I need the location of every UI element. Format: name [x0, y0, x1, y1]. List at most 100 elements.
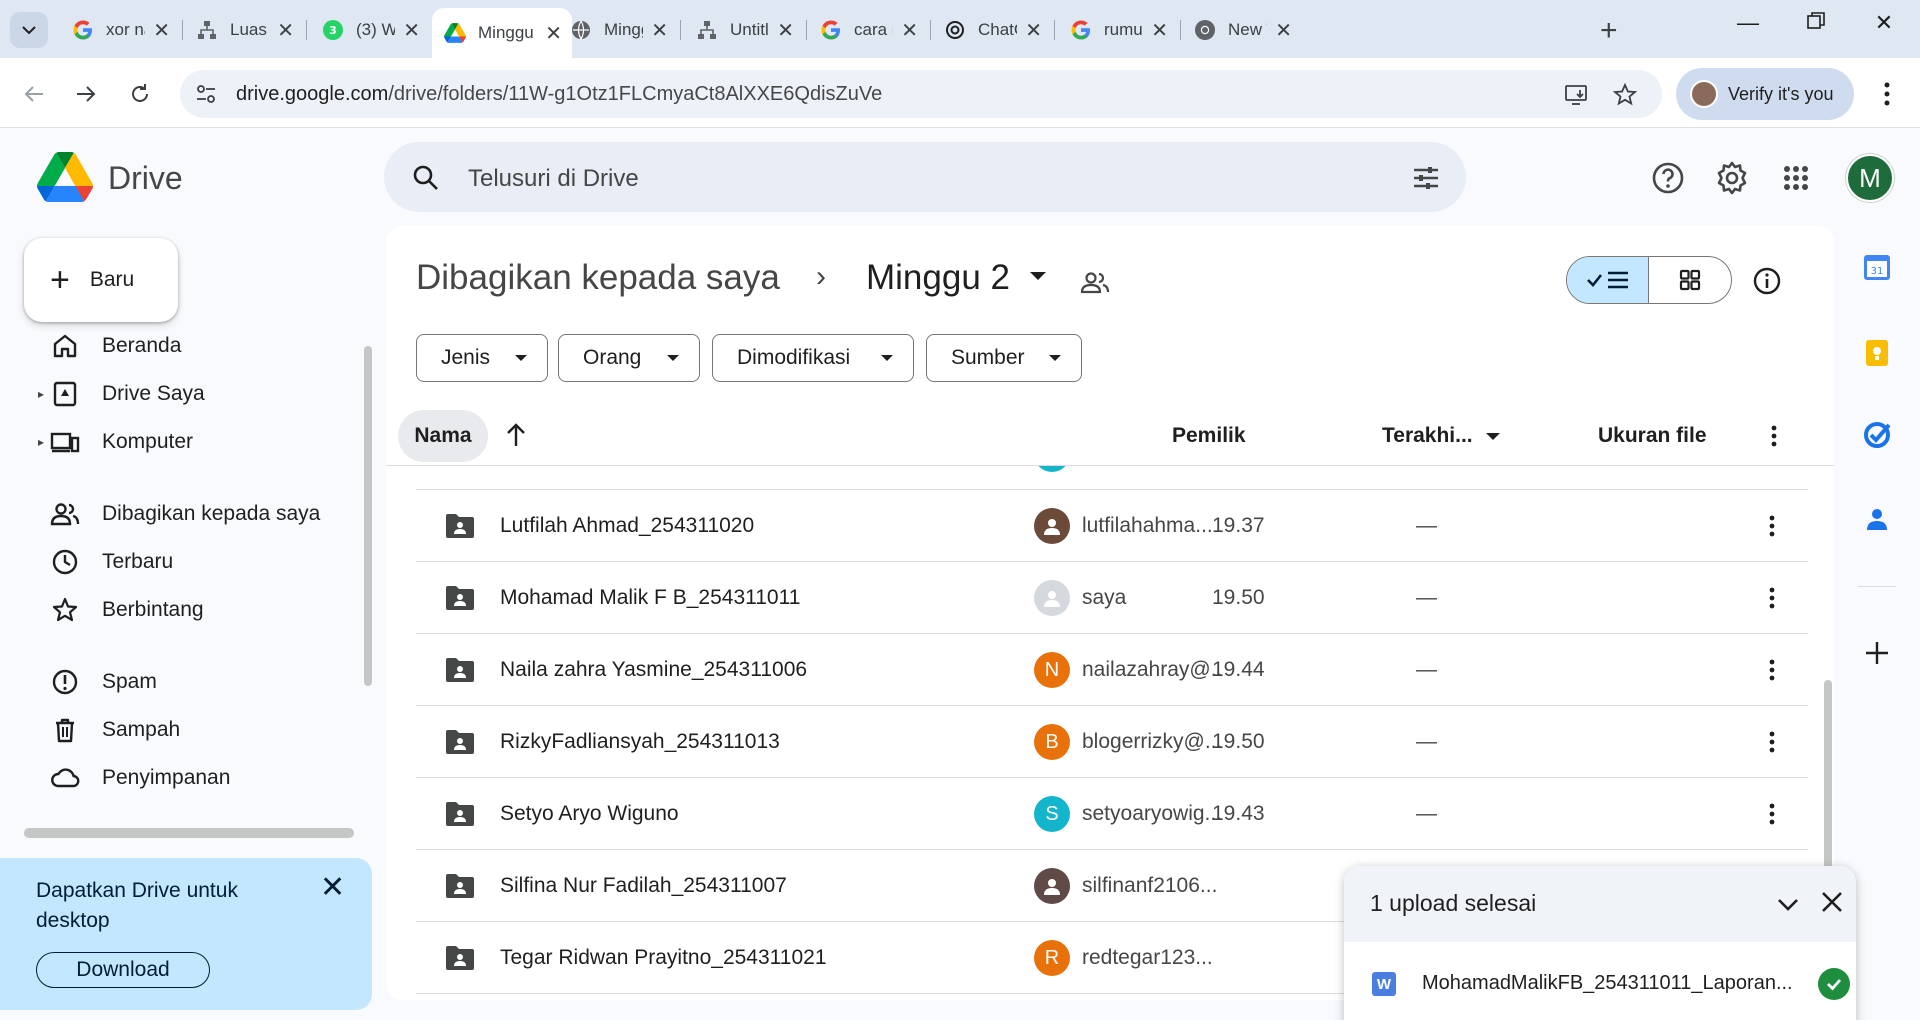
- table-row[interactable]: Mohamad Malik F B_254311011 saya 19.50 —: [416, 562, 1808, 634]
- tasks-icon[interactable]: [1862, 420, 1892, 450]
- more-vert-icon[interactable]: [1762, 422, 1786, 450]
- more-vert-icon[interactable]: [1760, 800, 1784, 828]
- close-tab-icon[interactable]: ✕: [777, 18, 794, 43]
- browser-tab[interactable]: ChatG ✕: [932, 10, 1052, 50]
- modified-sort-caret-icon[interactable]: [1486, 433, 1500, 440]
- sidebar-item[interactable]: Berbintang: [20, 587, 350, 633]
- sidebar-item[interactable]: Dibagikan kepada saya: [20, 491, 350, 537]
- file-name[interactable]: RizkyFadliansyah_254311013: [500, 730, 780, 754]
- close-tab-icon[interactable]: ✕: [901, 18, 918, 43]
- close-tab-icon[interactable]: ✕: [1275, 18, 1292, 43]
- collapse-chevron-icon[interactable]: [1774, 890, 1802, 918]
- browser-tab[interactable]: New T ✕: [1182, 10, 1302, 50]
- close-tab-icon[interactable]: ✕: [1151, 18, 1168, 43]
- sidebar-item[interactable]: Penyimpanan: [20, 755, 350, 801]
- site-settings-icon[interactable]: [194, 82, 218, 106]
- grid-view-button[interactable]: [1649, 257, 1731, 303]
- more-vert-icon[interactable]: [1760, 584, 1784, 612]
- contacts-icon[interactable]: [1862, 504, 1892, 534]
- close-icon[interactable]: [1818, 888, 1846, 916]
- filter-chip[interactable]: Orang: [558, 334, 700, 382]
- close-icon[interactable]: ✕: [320, 870, 345, 905]
- minimize-icon[interactable]: —: [1728, 10, 1768, 36]
- add-addon-icon[interactable]: [1862, 638, 1892, 668]
- apps-grid-icon[interactable]: [1778, 160, 1814, 196]
- browser-tab[interactable]: rumus ✕: [1058, 10, 1178, 50]
- drive-logo-icon[interactable]: [36, 152, 94, 202]
- calendar-icon[interactable]: 31: [1862, 252, 1892, 282]
- sidebar-item[interactable]: ▸ Drive Saya: [20, 371, 350, 417]
- sidebar-item[interactable]: Beranda: [20, 323, 350, 369]
- sidebar-item[interactable]: ▸ Komputer: [20, 419, 350, 465]
- browser-tab[interactable]: Minggu✕: [432, 8, 572, 58]
- sort-arrow-up-icon[interactable]: [504, 422, 528, 448]
- browser-tab[interactable]: 3 (3) Wh ✕: [310, 10, 430, 50]
- address-bar[interactable]: drive.google.com/drive/folders/11W-g1Otz…: [180, 70, 1662, 118]
- table-row-partial[interactable]: [416, 466, 1808, 490]
- install-app-icon[interactable]: [1564, 82, 1590, 108]
- filter-chip[interactable]: Sumber: [926, 334, 1082, 382]
- more-vert-icon[interactable]: [1760, 466, 1784, 468]
- table-row[interactable]: Lutfilah Ahmad_254311020 lutfilahahma... 1…: [416, 490, 1808, 562]
- tab-search-button[interactable]: [10, 12, 48, 48]
- help-icon[interactable]: [1650, 160, 1686, 196]
- search-options-icon[interactable]: [1410, 162, 1442, 194]
- more-vert-icon[interactable]: [1760, 728, 1784, 756]
- column-name-header[interactable]: Nama: [398, 410, 488, 462]
- file-name[interactable]: Naila zahra Yasmine_254311006: [500, 658, 807, 682]
- table-row[interactable]: Naila zahra Yasmine_254311006 Nnailazahra…: [416, 634, 1808, 706]
- close-tab-icon[interactable]: ✕: [403, 18, 420, 43]
- expand-caret-icon[interactable]: ▸: [38, 387, 44, 401]
- browser-tab[interactable]: cara m ✕: [808, 10, 928, 50]
- shared-folder-icon[interactable]: [1080, 268, 1110, 298]
- close-window-icon[interactable]: ✕: [1864, 10, 1904, 36]
- new-tab-button[interactable]: +: [1600, 14, 1618, 48]
- sidebar-item[interactable]: Spam: [20, 659, 350, 705]
- close-tab-icon[interactable]: ✕: [1025, 18, 1042, 43]
- table-row[interactable]: RizkyFadliansyah_254311013 Bblogerrizky@.…: [416, 706, 1808, 778]
- reload-button[interactable]: [120, 74, 160, 114]
- filter-chip[interactable]: Dimodifikasi: [712, 334, 914, 382]
- info-icon[interactable]: [1752, 266, 1782, 296]
- restore-icon[interactable]: [1796, 10, 1836, 36]
- verify-identity-button[interactable]: Verify it's you: [1676, 68, 1854, 120]
- account-avatar[interactable]: M: [1846, 154, 1894, 202]
- file-name[interactable]: Tegar Ridwan Prayitno_254311021: [500, 946, 827, 970]
- browser-tab[interactable]: Luas L ✕: [184, 10, 304, 50]
- uploaded-file-name[interactable]: MohamadMalikFB_254311011_Laporan...: [1422, 972, 1798, 995]
- expand-caret-icon[interactable]: ▸: [38, 435, 44, 449]
- breadcrumb-current[interactable]: Minggu 2: [866, 258, 1010, 298]
- sidebar-item[interactable]: Terbaru: [20, 539, 350, 585]
- download-button[interactable]: Download: [36, 952, 210, 988]
- file-name[interactable]: Silfina Nur Fadilah_254311007: [500, 874, 787, 898]
- drive-search-bar[interactable]: Telusuri di Drive: [384, 142, 1466, 212]
- browser-menu-icon[interactable]: [1872, 76, 1902, 112]
- browser-tab[interactable]: Untitl ✕: [684, 10, 804, 50]
- breadcrumb-parent[interactable]: Dibagikan kepada saya: [416, 258, 780, 298]
- forward-button[interactable]: [66, 74, 106, 114]
- more-vert-icon[interactable]: [1760, 656, 1784, 684]
- new-button[interactable]: + Baru: [24, 238, 178, 322]
- table-row[interactable]: Setyo Aryo Wiguno Ssetyoaryowig... 19.43 —: [416, 778, 1808, 850]
- sidebar-item[interactable]: Sampah: [20, 707, 350, 753]
- file-name[interactable]: Lutfilah Ahmad_254311020: [500, 514, 754, 538]
- search-input[interactable]: Telusuri di Drive: [468, 165, 639, 193]
- column-owner-header[interactable]: Pemilik: [1172, 424, 1246, 448]
- sidebar-scrollbar[interactable]: [364, 346, 372, 686]
- close-tab-icon[interactable]: ✕: [277, 18, 294, 43]
- browser-tab[interactable]: xor na ✕: [60, 10, 180, 50]
- close-tab-icon[interactable]: ✕: [153, 18, 170, 43]
- column-modified-header[interactable]: Terakhi...: [1382, 424, 1473, 448]
- settings-gear-icon[interactable]: [1714, 160, 1750, 196]
- search-icon[interactable]: [410, 162, 442, 194]
- browser-tab[interactable]: Minggu✕: [558, 10, 678, 50]
- filter-chip[interactable]: Jenis: [416, 334, 548, 382]
- back-button[interactable]: [14, 74, 54, 114]
- column-size-header[interactable]: Ukuran file: [1598, 424, 1707, 448]
- more-vert-icon[interactable]: [1760, 512, 1784, 540]
- close-tab-icon[interactable]: ✕: [651, 18, 668, 43]
- folder-menu-caret-icon[interactable]: [1030, 272, 1046, 280]
- file-name[interactable]: Setyo Aryo Wiguno: [500, 802, 679, 826]
- list-view-button[interactable]: [1567, 257, 1649, 303]
- bookmark-star-icon[interactable]: [1612, 82, 1638, 108]
